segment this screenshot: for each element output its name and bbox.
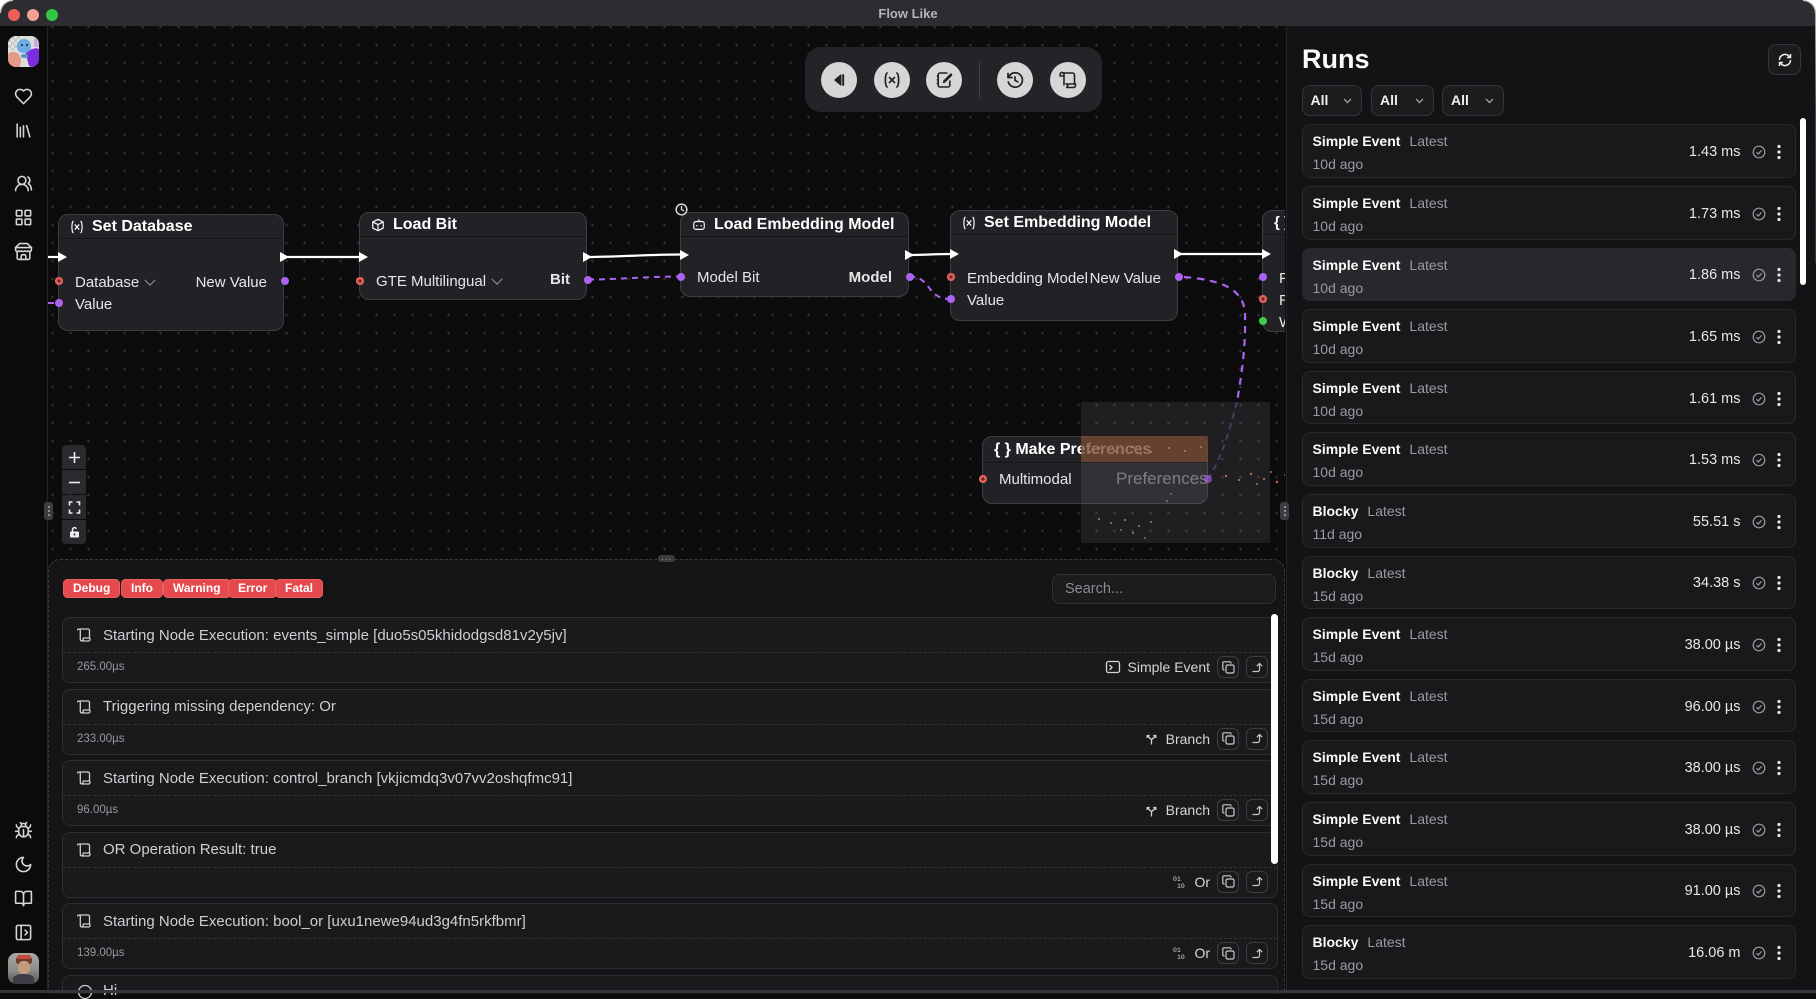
svg-text:01: 01 [1173, 947, 1181, 954]
svg-text:01: 01 [1173, 876, 1181, 883]
svg-text:10: 10 [1177, 954, 1185, 960]
svg-text:10: 10 [1177, 883, 1185, 889]
